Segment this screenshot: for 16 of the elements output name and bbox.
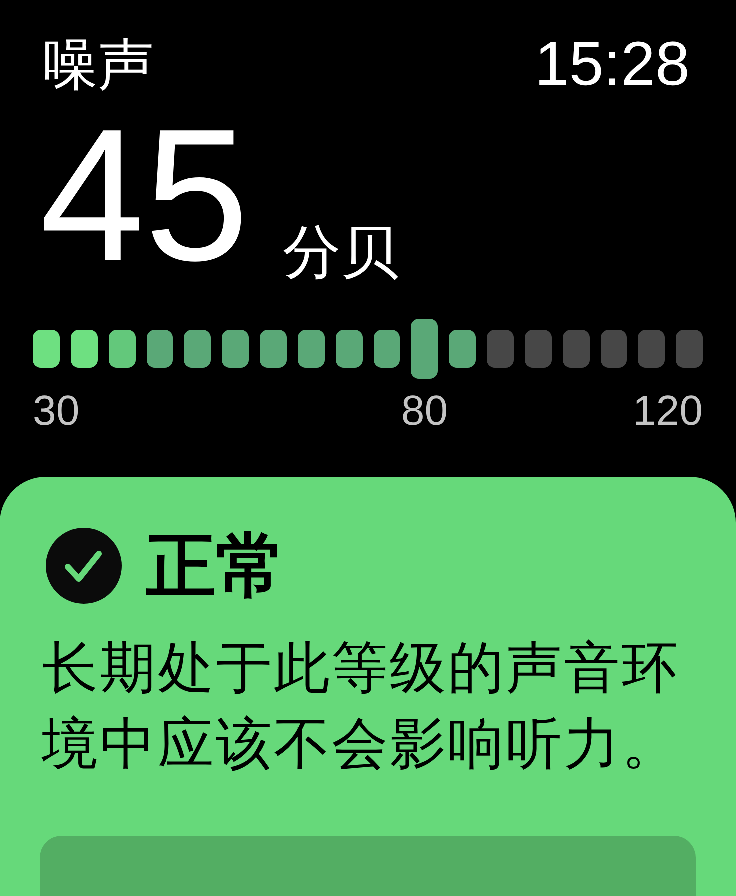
empty-meter-segment [524,330,552,368]
status-title: 正常 [146,531,286,601]
empty-meter-segment [676,330,703,368]
decibel-unit: 分贝 [283,224,400,282]
scale-label: 80 [401,390,448,432]
status-description: 长期处于此等级的声音环境中应该不会影响听力。 [42,635,681,777]
decibel-reading: 45 [40,120,250,270]
empty-meter-segment [638,330,666,368]
empty-meter-segment [487,330,514,368]
scale-label: 120 [632,390,703,432]
clock-time: 15:28 [534,34,690,96]
check-icon [46,528,122,604]
empty-meter-segment [600,330,628,368]
empty-meter-segment [562,330,590,368]
screen-title: 噪声 [42,37,154,93]
scale-label: 30 [33,390,80,432]
